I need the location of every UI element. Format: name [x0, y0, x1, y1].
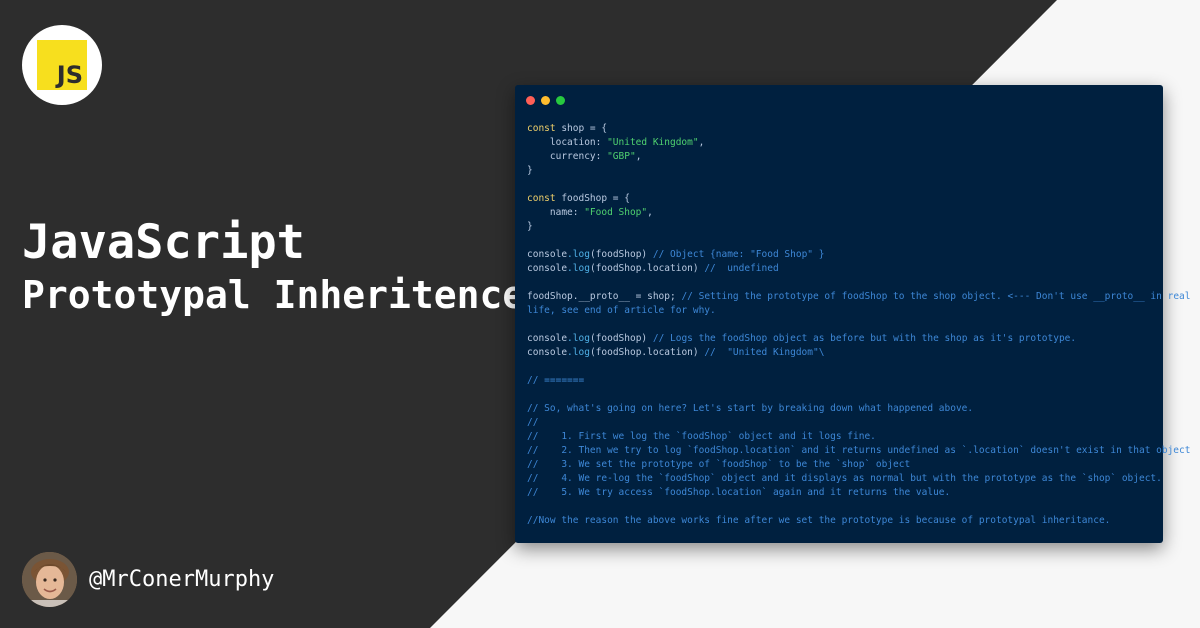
code-token: // 5. We try access `foodShop.location` …	[527, 487, 951, 498]
code-token: // undefined	[704, 263, 779, 274]
code-token: // 3. We set the prototype of `foodShop`…	[527, 459, 911, 470]
code-line: // So, what's going on here? Let's start…	[527, 402, 1155, 416]
code-line: // 5. We try access `foodShop.location` …	[527, 486, 1155, 500]
code-line: console.log(foodShop.location) // "Unite…	[527, 346, 1155, 360]
code-token: // Setting the prototype of foodShop to …	[681, 291, 1191, 302]
code-token: life, see end of article for why.	[527, 305, 716, 316]
code-token: // 1. First we log the `foodShop` object…	[527, 431, 876, 442]
code-token: .log	[567, 263, 590, 274]
code-line: //Now the reason the above works fine af…	[527, 514, 1155, 528]
code-token: "Food Shop"	[584, 207, 648, 218]
code-token: foodShop.__proto__ = shop;	[527, 291, 682, 302]
code-token: // So, what's going on here? Let's start…	[527, 403, 974, 414]
logo-text: JS	[56, 61, 83, 89]
code-line: life, see end of article for why.	[527, 304, 1155, 318]
code-line: name: "Food Shop",	[527, 206, 1155, 220]
code-token: // "United Kingdom"\	[704, 347, 825, 358]
code-line: foodShop.__proto__ = shop; // Setting th…	[527, 290, 1190, 304]
avatar	[22, 552, 77, 607]
code-token: }	[527, 165, 533, 176]
code-token: (foodShop.location)	[589, 263, 705, 274]
code-token: // 2. Then we try to log `foodShop.locat…	[527, 445, 1191, 456]
code-token: console	[527, 249, 568, 260]
code-line: // 3. We set the prototype of `foodShop`…	[527, 458, 1155, 472]
code-line: location: "United Kingdom",	[527, 136, 1155, 150]
code-token: console	[527, 347, 568, 358]
code-token: ,	[698, 137, 705, 148]
code-line: console.log(foodShop.location) // undefi…	[527, 262, 1155, 276]
code-token: // Logs the foodShop object as before bu…	[652, 333, 1077, 344]
code-token: (foodShop.location)	[589, 347, 705, 358]
code-line: }	[527, 220, 1155, 234]
code-token: .log	[567, 249, 590, 260]
code-token: name:	[527, 207, 585, 218]
code-token: }	[527, 221, 533, 232]
code-line: // =======	[527, 374, 1155, 388]
code-token: location:	[527, 137, 608, 148]
code-line: //	[527, 416, 1155, 430]
code-token: .log	[567, 347, 590, 358]
code-line: console.log(foodShop) // Logs the foodSh…	[527, 332, 1155, 346]
code-token: ,	[635, 151, 642, 162]
author-handle[interactable]: @MrConerMurphy	[89, 566, 274, 594]
code-token: //Now the reason the above works fine af…	[527, 515, 1111, 526]
page-subtitle: Prototypal Inheritence	[22, 273, 526, 317]
logo-square: JS	[37, 40, 87, 90]
code-token: const	[527, 123, 556, 134]
code-editor-window: const shop = { location: "United Kingdom…	[515, 85, 1190, 543]
code-token: "United Kingdom"	[607, 137, 699, 148]
code-line: // 4. We re-log the `foodShop` object an…	[527, 472, 1162, 486]
code-line: // 1. First we log the `foodShop` object…	[527, 430, 1155, 444]
code-token: // =======	[527, 375, 585, 386]
code-token: currency:	[527, 151, 608, 162]
code-line: console.log(foodShop) // Object {name: "…	[527, 248, 1155, 262]
maximize-dot-icon[interactable]	[556, 96, 565, 105]
minimize-dot-icon[interactable]	[541, 96, 550, 105]
code-line: const shop = {	[527, 122, 1155, 136]
code-token: const	[527, 193, 556, 204]
code-token: (foodShop)	[589, 249, 653, 260]
code-token: "GBP"	[607, 151, 636, 162]
javascript-logo-icon: JS	[22, 25, 102, 105]
code-token: foodShop = {	[555, 193, 630, 204]
code-line: // 2. Then we try to log `foodShop.locat…	[527, 444, 1190, 458]
code-token: .log	[567, 333, 590, 344]
code-token: console	[527, 333, 568, 344]
close-dot-icon[interactable]	[526, 96, 535, 105]
code-block: const shop = { location: "United Kingdom…	[527, 122, 1190, 528]
code-token: // 4. We re-log the `foodShop` object an…	[527, 473, 1162, 484]
page-title: JavaScript	[22, 215, 305, 270]
code-line: currency: "GBP",	[527, 150, 1155, 164]
code-token: //	[527, 417, 539, 428]
code-token: shop = {	[555, 123, 608, 134]
code-token: console	[527, 263, 568, 274]
code-token: ,	[647, 207, 653, 218]
window-controls	[526, 96, 565, 105]
code-token: // Object {name: "Food Shop" }	[652, 249, 825, 260]
code-token: (foodShop)	[589, 333, 653, 344]
avatar-portrait-icon	[22, 552, 77, 607]
code-line: const foodShop = {	[527, 192, 1155, 206]
code-line: }	[527, 164, 1155, 178]
